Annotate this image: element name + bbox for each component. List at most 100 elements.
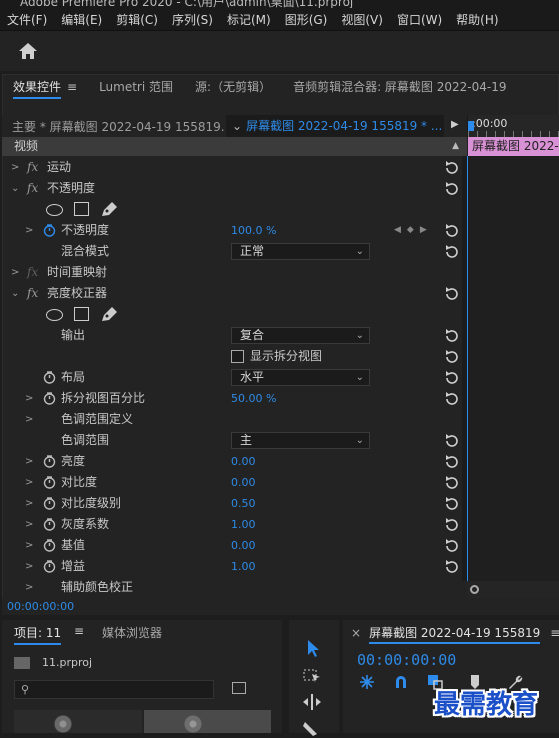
chevron-right-icon[interactable]: > — [25, 451, 33, 472]
chevron-right-icon[interactable]: > — [25, 535, 33, 556]
tab-lumetri-scopes[interactable]: Lumetri 范围 — [88, 74, 184, 102]
property-row-split-percent[interactable]: > 拆分视图百分比 50.00 % — [2, 388, 467, 409]
chevron-right-icon[interactable]: > — [25, 514, 33, 535]
track-select-tool-icon[interactable] — [301, 666, 323, 686]
stopwatch-icon[interactable] — [43, 371, 56, 384]
layout-dropdown[interactable]: 水平 ⌄ — [231, 369, 370, 386]
chevron-right-icon[interactable]: > — [11, 157, 19, 178]
output-dropdown[interactable]: 复合 ⌄ — [231, 327, 370, 344]
ellipse-mask-icon[interactable] — [46, 309, 63, 321]
opacity-value[interactable]: 100.0 % — [231, 220, 276, 241]
reset-icon[interactable] — [444, 224, 458, 237]
property-row-output[interactable]: 输出 复合 ⌄ — [2, 325, 467, 346]
contrast-value[interactable]: 0.00 — [231, 472, 256, 493]
play-icon[interactable]: ▶ — [451, 119, 459, 130]
reset-icon[interactable] — [444, 497, 458, 510]
effect-row-opacity[interactable]: ⌄ fx 不透明度 — [2, 178, 467, 199]
tab-program[interactable]: × 屏幕截图 2022-04-19 155819 ≡ — [351, 624, 559, 644]
magnet-icon[interactable] — [393, 674, 409, 690]
stopwatch-icon[interactable] — [43, 539, 56, 552]
playhead-handle[interactable] — [468, 121, 474, 131]
stopwatch-icon[interactable] — [43, 497, 56, 510]
split-view-checkbox[interactable] — [231, 350, 244, 363]
reset-icon[interactable] — [444, 539, 458, 552]
chevron-right-icon[interactable]: > — [25, 472, 33, 493]
project-search-input[interactable]: ⚲ — [14, 680, 214, 699]
media-thumbnail[interactable] — [14, 710, 142, 733]
chevron-right-icon[interactable]: > — [25, 220, 33, 241]
timeline-zoom-bar[interactable] — [467, 581, 559, 598]
rectangle-mask-icon[interactable] — [74, 202, 89, 216]
reset-icon[interactable] — [444, 560, 458, 573]
stopwatch-icon-active[interactable] — [43, 224, 56, 237]
chevron-down-icon[interactable]: ⌄ — [11, 178, 19, 199]
fx-icon[interactable]: fx — [27, 157, 38, 178]
reset-icon[interactable] — [444, 455, 458, 468]
home-icon[interactable] — [18, 42, 38, 60]
tab-audio-clip-mixer[interactable]: 音频剪辑混合器: 屏幕截图 2022-04-19 — [282, 74, 517, 102]
media-thumbnail-selected[interactable] — [144, 710, 271, 733]
menu-file[interactable]: 文件(F) — [0, 11, 54, 28]
reset-icon[interactable] — [444, 434, 458, 447]
property-row-tonal-range[interactable]: 色调范围 主 ⌄ — [2, 430, 467, 451]
effect-controls-timecode[interactable]: 00:00:00:00 — [2, 598, 559, 615]
master-clip-label[interactable]: 主要 * 屏幕截图 2022-04-19 155819... — [2, 118, 224, 135]
ripple-edit-tool-icon[interactable] — [301, 692, 323, 712]
property-row-gain[interactable]: > 增益 1.00 — [2, 556, 467, 577]
property-row-brightness[interactable]: > 亮度 0.00 — [2, 451, 467, 472]
reset-icon[interactable] — [444, 287, 458, 300]
zoom-handle[interactable] — [470, 585, 479, 594]
property-row-blend-mode[interactable]: 混合模式 正常 ⌄ — [2, 241, 467, 262]
chevron-right-icon[interactable]: > — [25, 388, 33, 409]
menu-graphics[interactable]: 图形(G) — [278, 11, 335, 28]
split-percent-value[interactable]: 50.00 % — [231, 388, 276, 409]
menu-sequence[interactable]: 序列(S) — [165, 11, 220, 28]
stopwatch-icon[interactable] — [43, 518, 56, 531]
stopwatch-icon[interactable] — [43, 455, 56, 468]
chevron-right-icon[interactable]: > — [25, 409, 33, 430]
blend-mode-dropdown[interactable]: 正常 ⌄ — [231, 243, 370, 260]
menu-view[interactable]: 视图(V) — [334, 11, 390, 28]
reset-icon[interactable] — [444, 245, 458, 258]
selection-tool-icon[interactable] — [301, 638, 323, 658]
effect-row-motion[interactable]: > fx 运动 — [2, 157, 467, 178]
collapse-up-icon[interactable]: ▲ — [452, 137, 459, 156]
property-row-gamma[interactable]: > 灰度系数 1.00 — [2, 514, 467, 535]
mini-timeline-body[interactable] — [467, 156, 559, 581]
clip-bar[interactable]: 屏幕截图 2022-04-19 — [468, 137, 559, 156]
keyframe-nav-icon[interactable]: ◀◆▶ — [394, 220, 433, 241]
effect-row-brightness-corrector[interactable]: ⌄ fx 亮度校正器 — [2, 283, 467, 304]
chevron-right-icon[interactable]: > — [25, 556, 33, 577]
gain-value[interactable]: 1.00 — [231, 556, 256, 577]
panel-menu-icon[interactable]: ≡ — [67, 80, 77, 94]
brightness-value[interactable]: 0.00 — [231, 451, 256, 472]
property-row-contrast[interactable]: > 对比度 0.00 — [2, 472, 467, 493]
reset-icon[interactable] — [444, 371, 458, 384]
panel-menu-icon[interactable]: ≡ — [74, 624, 84, 638]
property-row-pedestal[interactable]: > 基值 0.00 — [2, 535, 467, 556]
chevron-right-icon[interactable]: > — [25, 577, 33, 596]
property-row-tonal-def[interactable]: > 色调范围定义 — [2, 409, 467, 430]
stopwatch-icon[interactable] — [43, 392, 56, 405]
menu-clip[interactable]: 剪辑(C) — [109, 11, 165, 28]
close-icon[interactable]: × — [351, 626, 361, 640]
chevron-down-icon[interactable]: ⌄ — [11, 283, 19, 304]
effect-row-secondary-color[interactable]: > 辅助颜色校正 — [2, 577, 467, 596]
reset-icon[interactable] — [444, 350, 458, 363]
chevron-right-icon[interactable]: > — [25, 493, 33, 514]
razor-tool-icon[interactable] — [301, 718, 323, 738]
menu-help[interactable]: 帮助(H) — [449, 11, 505, 28]
fx-icon[interactable]: fx — [27, 283, 38, 304]
stopwatch-icon[interactable] — [43, 476, 56, 489]
rectangle-mask-icon[interactable] — [74, 307, 89, 321]
new-bin-icon[interactable] — [232, 682, 246, 694]
fx-icon[interactable]: fx — [27, 178, 38, 199]
tab-project[interactable]: 项目: 11 — [14, 624, 62, 645]
gamma-value[interactable]: 1.00 — [231, 514, 256, 535]
pen-mask-icon[interactable] — [100, 306, 118, 323]
snap-icon[interactable] — [359, 674, 375, 690]
tab-media-browser[interactable]: 媒体浏览器 — [102, 624, 162, 641]
ellipse-mask-icon[interactable] — [46, 204, 63, 216]
property-row-split-view[interactable]: 显示拆分视图 — [2, 346, 467, 367]
chevron-right-icon[interactable]: > — [11, 262, 19, 283]
